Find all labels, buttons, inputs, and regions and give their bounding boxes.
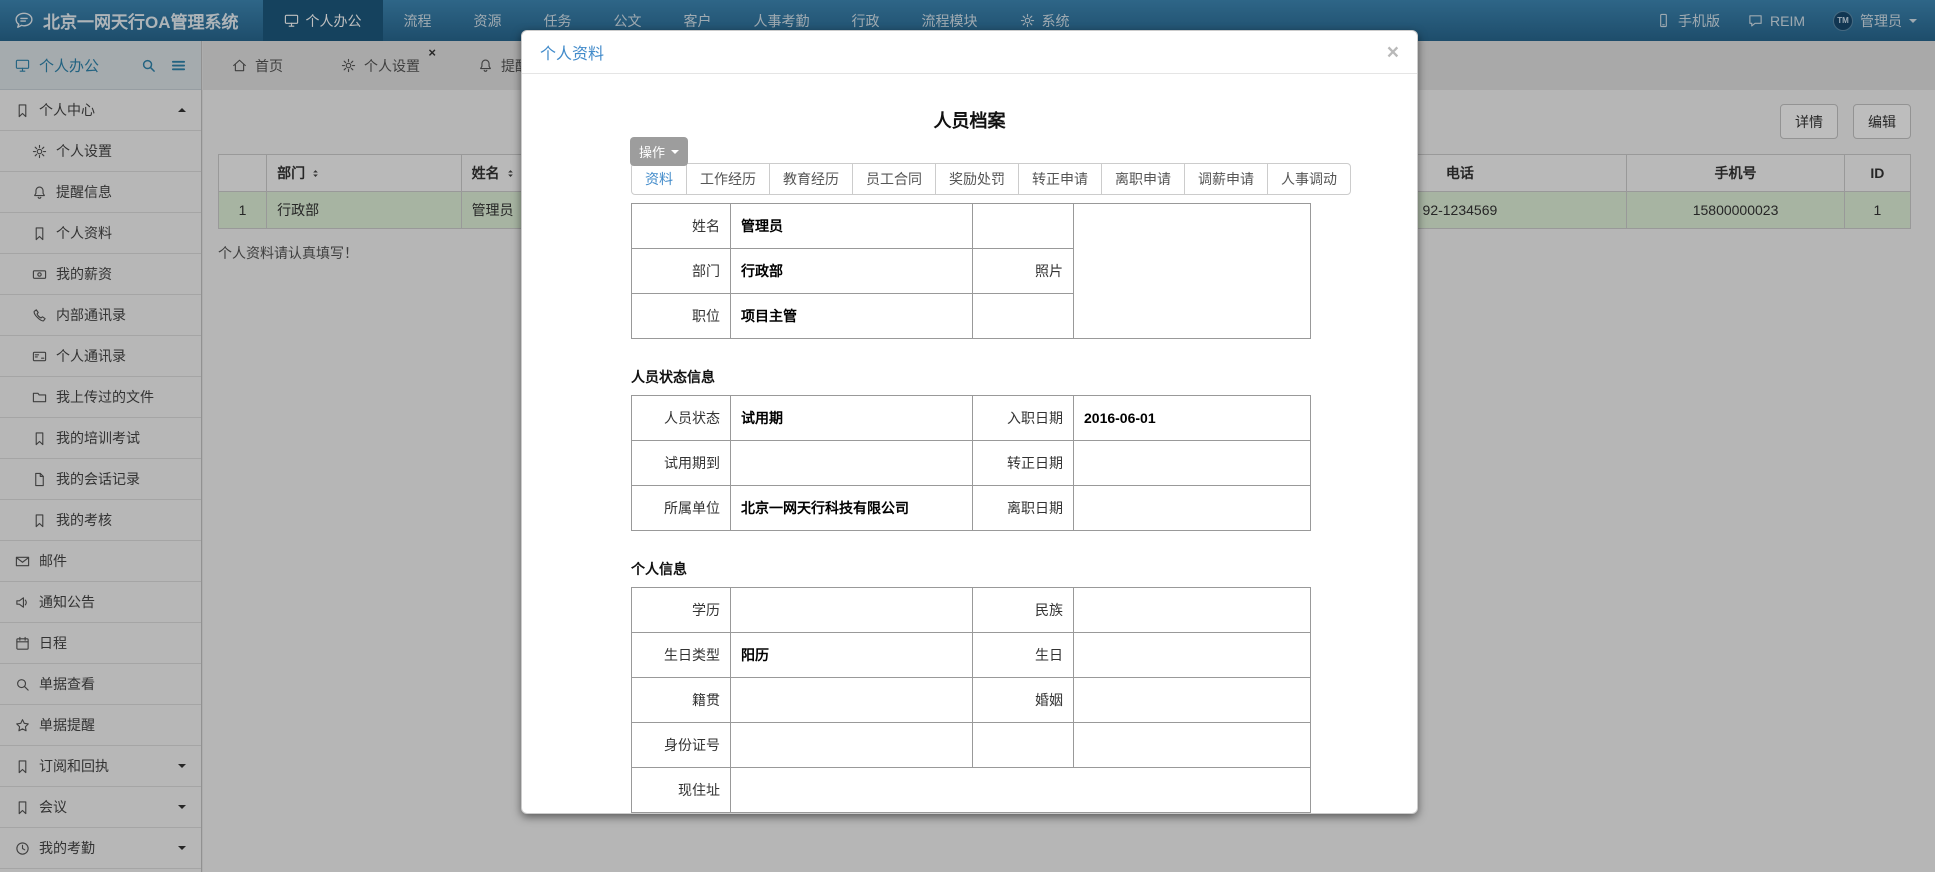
id-number-label: 身份证号 bbox=[632, 723, 731, 768]
form-row: 身份证号 bbox=[632, 723, 1311, 768]
profile-tabs: 资料 工作经历 教育经历 员工合同 奖励处罚 转正申请 离职申请 调薪申请 人事… bbox=[631, 163, 1308, 195]
probation-until-value bbox=[731, 441, 973, 486]
chevron-down-icon bbox=[671, 150, 679, 154]
tab-regularization[interactable]: 转正申请 bbox=[1018, 163, 1102, 195]
leave-date-value bbox=[1074, 486, 1311, 531]
education-label: 学历 bbox=[632, 588, 731, 633]
dept-label: 部门 bbox=[632, 249, 731, 294]
tab-work-experience[interactable]: 工作经历 bbox=[686, 163, 770, 195]
photo-label: 照片 bbox=[973, 249, 1074, 294]
form-row: 学历 民族 bbox=[632, 588, 1311, 633]
birthday-label: 生日 bbox=[973, 633, 1074, 678]
form-title: 人员档案 bbox=[631, 107, 1308, 133]
home-address-value bbox=[731, 813, 1311, 815]
modal-title: 个人资料 bbox=[540, 40, 604, 64]
close-icon[interactable]: × bbox=[1387, 42, 1399, 63]
personal-profile-modal: 个人资料 × 操作 人员档案 资料 工作经历 教育经历 员工合同 奖励处罚 转正… bbox=[521, 30, 1418, 814]
home-address-label: 家庭住址 bbox=[632, 813, 731, 815]
current-address-label: 现住址 bbox=[632, 768, 731, 813]
modal-body: 操作 人员档案 资料 工作经历 教育经历 员工合同 奖励处罚 转正申请 离职申请… bbox=[522, 107, 1417, 814]
form-row: 所属单位 北京一网天行科技有限公司 离职日期 bbox=[632, 486, 1311, 531]
hire-date-label: 入职日期 bbox=[973, 396, 1074, 441]
personal-section-title: 个人信息 bbox=[631, 559, 1308, 579]
basic-info-table: 姓名 管理员 部门 行政部 照片 职位 项目主管 bbox=[631, 203, 1311, 339]
regularization-date-value bbox=[1074, 441, 1311, 486]
empty-cell bbox=[973, 204, 1074, 249]
status-info-table: 人员状态 试用期 入职日期 2016-06-01 试用期到 转正日期 所属单位 … bbox=[631, 395, 1311, 531]
regularization-date-label: 转正日期 bbox=[973, 441, 1074, 486]
status-label: 人员状态 bbox=[632, 396, 731, 441]
empty-cell bbox=[973, 723, 1074, 768]
empty-cell bbox=[1074, 723, 1311, 768]
tab-education[interactable]: 教育经历 bbox=[769, 163, 853, 195]
position-label: 职位 bbox=[632, 294, 731, 339]
hire-date-value: 2016-06-01 bbox=[1074, 396, 1311, 441]
status-section-title: 人员状态信息 bbox=[631, 367, 1308, 387]
ethnicity-label: 民族 bbox=[973, 588, 1074, 633]
photo-placeholder bbox=[1074, 204, 1311, 339]
tab-hr-transfer[interactable]: 人事调动 bbox=[1267, 163, 1351, 195]
ethnicity-value bbox=[1074, 588, 1311, 633]
native-place-value bbox=[731, 678, 973, 723]
name-value: 管理员 bbox=[731, 204, 973, 249]
education-value bbox=[731, 588, 973, 633]
form-row: 现住址 bbox=[632, 768, 1311, 813]
birthday-type-value: 阳历 bbox=[731, 633, 973, 678]
form-row: 籍贯 婚姻 bbox=[632, 678, 1311, 723]
company-label: 所属单位 bbox=[632, 486, 731, 531]
status-value: 试用期 bbox=[731, 396, 973, 441]
empty-cell bbox=[973, 294, 1074, 339]
app-window: 北京一网天行OA管理系统 个人办公 流程 资源 任务 公文 客户 人事考勤 行政… bbox=[0, 0, 1935, 872]
company-value: 北京一网天行科技有限公司 bbox=[731, 486, 973, 531]
marriage-value bbox=[1074, 678, 1311, 723]
tab-profile-data[interactable]: 资料 bbox=[631, 163, 687, 195]
birthday-value bbox=[1074, 633, 1311, 678]
operation-dropdown-button[interactable]: 操作 bbox=[630, 137, 688, 166]
tab-resignation[interactable]: 离职申请 bbox=[1101, 163, 1185, 195]
native-place-label: 籍贯 bbox=[632, 678, 731, 723]
tab-contract[interactable]: 员工合同 bbox=[852, 163, 936, 195]
id-number-value bbox=[731, 723, 973, 768]
current-address-value bbox=[731, 768, 1311, 813]
form-row: 人员状态 试用期 入职日期 2016-06-01 bbox=[632, 396, 1311, 441]
form-row: 姓名 管理员 bbox=[632, 204, 1311, 249]
name-label: 姓名 bbox=[632, 204, 731, 249]
personal-info-table: 学历 民族 生日类型 阳历 生日 籍贯 婚姻 bbox=[631, 587, 1311, 814]
dept-value: 行政部 bbox=[731, 249, 973, 294]
form-row: 生日类型 阳历 生日 bbox=[632, 633, 1311, 678]
birthday-type-label: 生日类型 bbox=[632, 633, 731, 678]
form-row: 家庭住址 bbox=[632, 813, 1311, 815]
tab-rewards-penalties[interactable]: 奖励处罚 bbox=[935, 163, 1019, 195]
form-row: 试用期到 转正日期 bbox=[632, 441, 1311, 486]
probation-until-label: 试用期到 bbox=[632, 441, 731, 486]
marriage-label: 婚姻 bbox=[973, 678, 1074, 723]
modal-header: 个人资料 × bbox=[522, 31, 1417, 74]
tab-salary-adjust[interactable]: 调薪申请 bbox=[1184, 163, 1268, 195]
leave-date-label: 离职日期 bbox=[973, 486, 1074, 531]
position-value: 项目主管 bbox=[731, 294, 973, 339]
